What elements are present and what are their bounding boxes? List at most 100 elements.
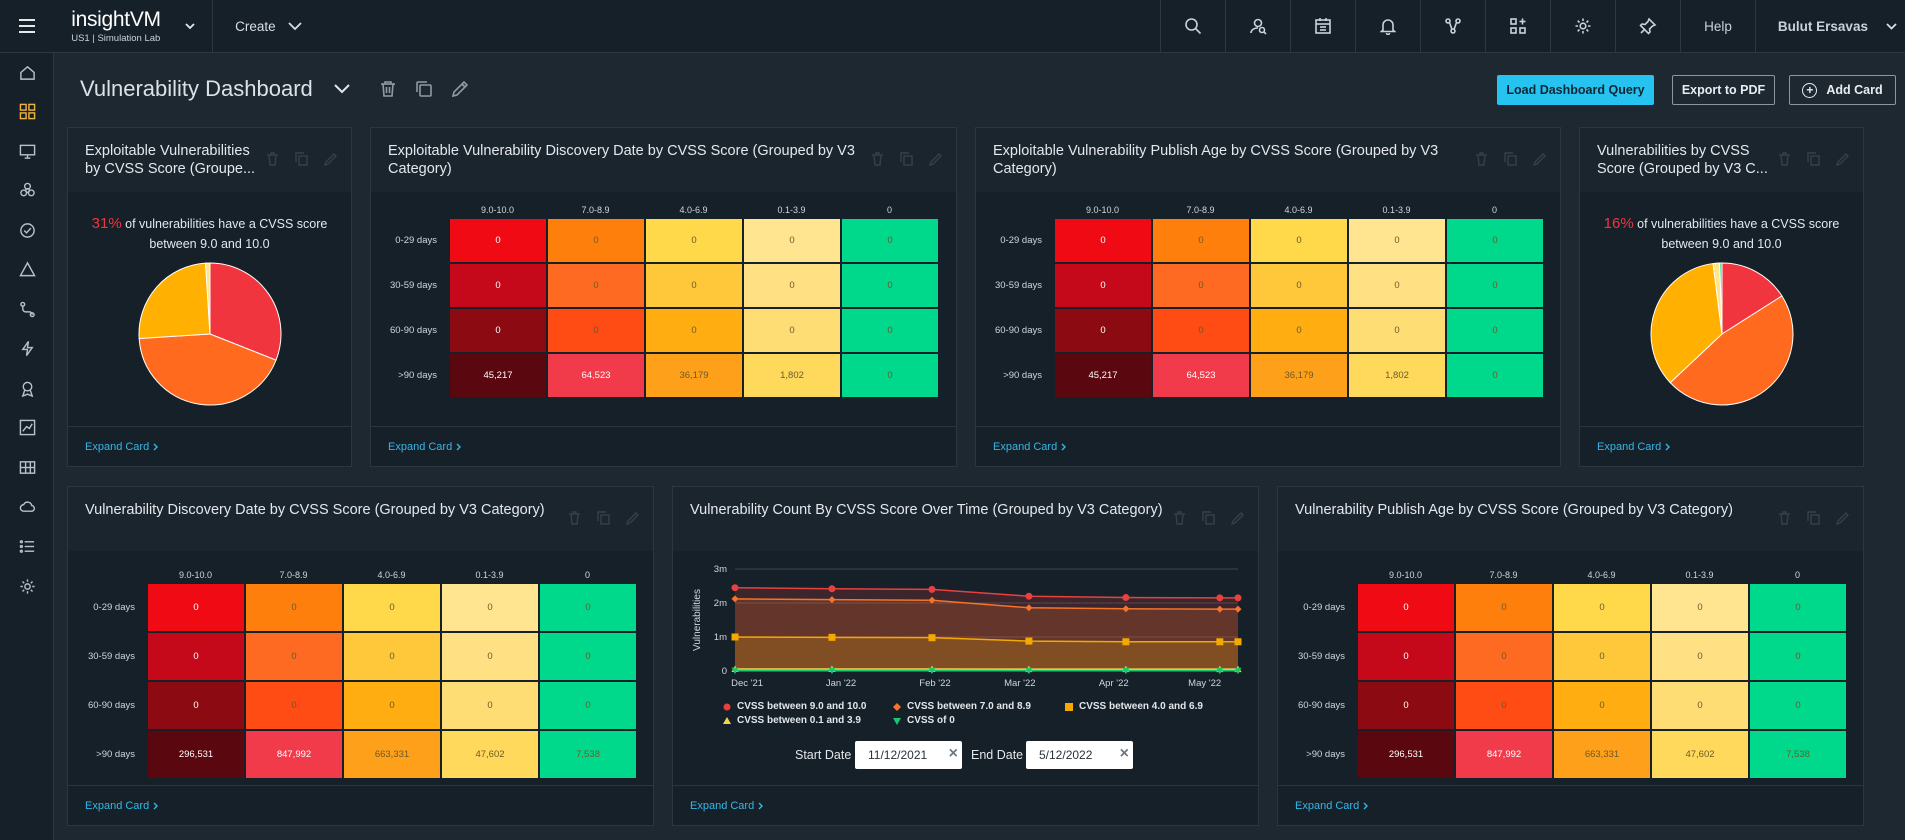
heatmap-cell[interactable]: 0 [1152, 308, 1250, 353]
copy-icon[interactable] [1202, 511, 1215, 525]
trash-icon[interactable] [1778, 511, 1791, 525]
trash-icon[interactable] [1778, 152, 1791, 166]
trash-icon[interactable] [379, 80, 397, 98]
pencil-icon[interactable] [929, 152, 942, 166]
heatmap-cell[interactable]: 36,179 [1250, 353, 1348, 398]
data-point[interactable] [731, 584, 739, 592]
heatmap-cell[interactable]: 0 [1749, 681, 1847, 730]
trash-icon[interactable] [1173, 511, 1186, 525]
heatmap-cell[interactable]: 0 [1446, 353, 1544, 398]
monitor-icon[interactable] [0, 136, 54, 166]
data-point[interactable] [928, 634, 936, 642]
heatmap-cell[interactable]: 0 [1749, 583, 1847, 632]
warning-icon[interactable] [0, 254, 54, 284]
expand-card-link[interactable]: Expand Card [388, 441, 462, 453]
heatmap-cell[interactable]: 0 [841, 218, 939, 263]
search-icon[interactable] [1159, 0, 1225, 52]
heatmap-cell[interactable]: 0 [547, 263, 645, 308]
asset-search-icon[interactable] [1224, 0, 1290, 52]
data-point[interactable] [731, 633, 739, 641]
heatmap-cell[interactable]: 0 [841, 263, 939, 308]
heatmap-cell[interactable]: 296,531 [1357, 730, 1455, 779]
data-point[interactable] [1234, 638, 1242, 646]
bell-icon[interactable] [1354, 0, 1420, 52]
clear-start-date-icon[interactable]: × [949, 745, 958, 763]
line-chart[interactable]: 0 1m 2m 3m Vulnerabilities Dec '21 Jan '22 Feb … [673, 551, 1258, 706]
settings-icon[interactable] [0, 571, 54, 601]
heatmap-cell[interactable]: 0 [1348, 263, 1446, 308]
heatmap-cell[interactable]: 0 [1357, 632, 1455, 681]
data-point[interactable] [1122, 594, 1130, 602]
heatmap-cell[interactable]: 7,538 [1749, 730, 1847, 779]
heatmap-cell[interactable]: 0 [1357, 583, 1455, 632]
end-date-input[interactable]: 5/12/2022 × [1026, 741, 1133, 769]
heatmap-cell[interactable]: 0 [343, 632, 441, 681]
heatmap-cell[interactable]: 0 [743, 308, 841, 353]
export-to-pdf-button[interactable]: Export to PDF [1672, 75, 1775, 105]
pin-icon[interactable] [1614, 0, 1680, 52]
network-icon[interactable] [1419, 0, 1485, 52]
pie-chart[interactable] [138, 262, 282, 406]
heatmap-cell[interactable]: 0 [1250, 263, 1348, 308]
pie-slice[interactable] [138, 262, 211, 339]
data-point[interactable] [1122, 638, 1130, 646]
heatmap-cell[interactable]: 0 [1152, 218, 1250, 263]
trash-icon[interactable] [1475, 152, 1488, 166]
help-link[interactable]: Help [1680, 0, 1755, 52]
legend-item[interactable]: CVSS between 4.0 and 6.9 [1065, 701, 1203, 712]
calendar-icon[interactable] [1289, 0, 1355, 52]
start-date-input[interactable]: 11/12/2021 × [855, 741, 962, 769]
heatmap-cell[interactable]: 1,802 [1348, 353, 1446, 398]
heatmap-cell[interactable]: 0 [743, 263, 841, 308]
pencil-icon[interactable] [1836, 511, 1849, 525]
heatmap-cell[interactable]: 0 [245, 583, 343, 632]
pencil-icon[interactable] [1231, 511, 1244, 525]
expand-card-link[interactable]: Expand Card [993, 441, 1067, 453]
clear-end-date-icon[interactable]: × [1120, 745, 1129, 763]
heatmap-cell[interactable]: 0 [645, 263, 743, 308]
heatmap-cell[interactable]: 0 [539, 632, 637, 681]
heatmap-cell[interactable]: 0 [1749, 632, 1847, 681]
pie-chart[interactable] [1650, 262, 1794, 406]
heatmap-cell[interactable]: 47,602 [1651, 730, 1749, 779]
brand-logo[interactable]: insightVM US1 | Simulation Lab [53, 0, 168, 52]
biohazard-icon[interactable] [0, 175, 54, 205]
gear-icon[interactable] [1549, 0, 1615, 52]
asset-grid-icon[interactable] [0, 452, 54, 482]
add-card-button[interactable]: + Add Card [1789, 75, 1896, 105]
expand-card-link[interactable]: Expand Card [85, 800, 159, 812]
heatmap-cell[interactable]: 0 [841, 353, 939, 398]
pencil-icon[interactable] [324, 152, 337, 166]
heatmap-cell[interactable]: 0 [1651, 583, 1749, 632]
copy-icon[interactable] [1504, 152, 1517, 166]
heatmap-cell[interactable]: 0 [539, 583, 637, 632]
heatmap-cell[interactable]: 0 [645, 308, 743, 353]
heatmap-cell[interactable]: 663,331 [343, 730, 441, 779]
data-point[interactable] [1025, 592, 1033, 600]
heatmap-cell[interactable]: 1,802 [743, 353, 841, 398]
heatmap-cell[interactable]: 0 [1250, 308, 1348, 353]
heatmap-cell[interactable]: 0 [1553, 583, 1651, 632]
heatmap-cell[interactable]: 0 [547, 308, 645, 353]
heatmap-cell[interactable]: 7,538 [539, 730, 637, 779]
heatmap-cell[interactable]: 0 [539, 681, 637, 730]
load-dashboard-query-button[interactable]: Load Dashboard Query [1497, 75, 1654, 105]
expand-card-link[interactable]: Expand Card [85, 441, 159, 453]
heatmap-cell[interactable]: 47,602 [441, 730, 539, 779]
heatmap-cell[interactable]: 0 [441, 583, 539, 632]
legend-item[interactable]: CVSS between 7.0 and 8.9 [893, 701, 1031, 712]
heatmap-cell[interactable]: 0 [1455, 681, 1553, 730]
heatmap-cell[interactable]: 0 [841, 308, 939, 353]
expand-card-link[interactable]: Expand Card [1597, 441, 1671, 453]
heatmap-cell[interactable]: 0 [147, 681, 245, 730]
heatmap-cell[interactable]: 0 [343, 583, 441, 632]
pencil-icon[interactable] [1533, 152, 1546, 166]
heatmap-cell[interactable]: 0 [1357, 681, 1455, 730]
heatmap-cell[interactable]: 0 [441, 632, 539, 681]
heatmap-cell[interactable]: 0 [1446, 218, 1544, 263]
heatmap-cell[interactable]: 0 [449, 308, 547, 353]
heatmap-cell[interactable]: 0 [245, 681, 343, 730]
dashboard-icon[interactable] [0, 96, 54, 126]
heatmap-cell[interactable]: 0 [1446, 308, 1544, 353]
user-menu[interactable]: Bulut Ersavas [1754, 0, 1905, 52]
